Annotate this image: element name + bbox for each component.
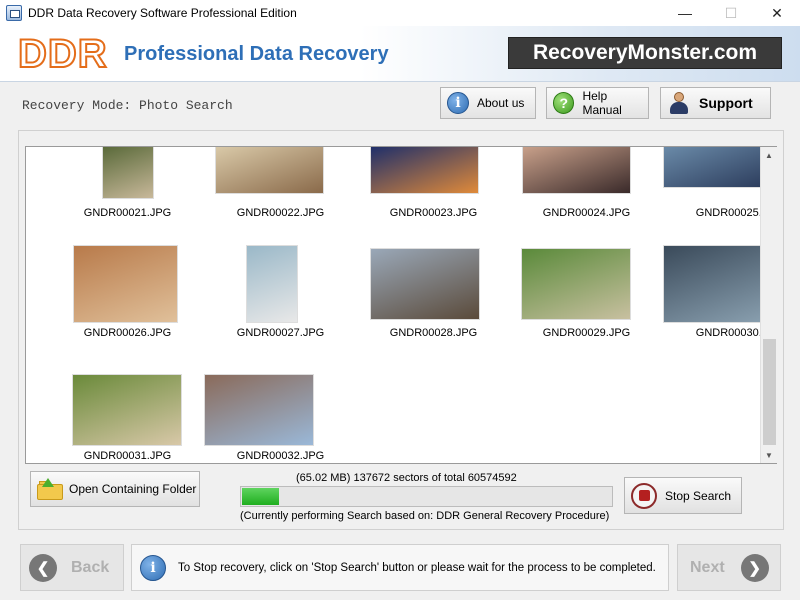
photo-image (370, 248, 480, 320)
maximize-button: ☐ (724, 4, 738, 21)
brand-text: RecoveryMonster.com (532, 41, 758, 64)
progress-bar (240, 486, 613, 507)
stop-search-button[interactable]: Stop Search (624, 477, 742, 514)
stop-search-label: Stop Search (665, 488, 732, 503)
photo-image (663, 147, 772, 188)
photo-thumbnail[interactable]: GNDR00031.JPG (51, 368, 204, 463)
header-banner: DDR Professional Data Recovery RecoveryM… (0, 26, 800, 82)
scroll-down-icon[interactable]: ▼ (761, 447, 777, 463)
photo-image (204, 374, 314, 446)
photo-thumbnail[interactable]: GNDR00032.JPG (204, 368, 357, 463)
app-icon (6, 5, 22, 21)
photo-image (522, 147, 631, 194)
photo-image (73, 245, 178, 323)
support-button[interactable]: Support (660, 87, 771, 119)
back-arrow-icon: ❮ (29, 553, 57, 582)
stop-icon (631, 482, 657, 509)
photo-image (663, 245, 769, 323)
photo-thumbnail[interactable]: GNDR00029.JPG (510, 245, 663, 365)
about-us-label: About us (477, 96, 525, 110)
close-button[interactable]: ✕ (754, 0, 800, 26)
support-person-icon (669, 92, 689, 114)
next-button: Next ❯ (677, 544, 781, 591)
photo-filename: GNDR00029.JPG (542, 327, 631, 339)
help-icon: ? (553, 92, 575, 114)
recovery-mode-label: Recovery Mode: Photo Search (22, 98, 233, 113)
photo-image (370, 147, 479, 194)
photo-image (72, 374, 182, 446)
photo-thumbnail[interactable]: GNDR00027.JPG (204, 245, 357, 365)
photo-image (246, 245, 298, 323)
scroll-thumb[interactable] (763, 339, 776, 445)
scroll-up-icon[interactable]: ▲ (761, 147, 777, 163)
sector-count-text: (65.02 MB) 137672 sectors of total 60574… (296, 472, 517, 484)
info-icon: i (447, 92, 469, 114)
banner-title: Professional Data Recovery (124, 43, 389, 65)
photo-thumbnail[interactable]: GNDR00026.JPG (51, 245, 204, 365)
brand-badge: RecoveryMonster.com (508, 37, 782, 69)
gallery-scrollbar[interactable]: ▲ ▼ (760, 147, 777, 463)
photo-gallery[interactable]: GNDR00021.JPG GNDR00022.JPG GNDR00023.JPG G… (25, 146, 777, 464)
photo-filename: GNDR00022.JPG (236, 207, 325, 219)
open-folder-label: Open Containing Folder (69, 482, 197, 496)
info-icon: i (140, 554, 166, 581)
status-text: (Currently performing Search based on: D… (240, 510, 610, 522)
progress-fill (242, 488, 279, 505)
folder-open-icon (37, 478, 63, 500)
window-controls: — ☐ ✕ (662, 0, 800, 26)
photo-image (102, 147, 154, 199)
help-manual-button[interactable]: ? Help Manual (546, 87, 649, 119)
title-bar: DDR Data Recovery Software Professional … (0, 0, 800, 26)
photo-image (521, 248, 631, 320)
open-containing-folder-button[interactable]: Open Containing Folder (30, 471, 200, 507)
photo-filename: GNDR00023.JPG (389, 207, 478, 219)
photo-image (215, 147, 324, 194)
photo-thumbnail[interactable]: GNDR00028.JPG (357, 245, 510, 365)
next-label: Next (690, 558, 725, 576)
ddr-logo: DDR (17, 31, 108, 77)
photo-filename: GNDR00024.JPG (542, 207, 631, 219)
info-bar: i To Stop recovery, click on 'Stop Searc… (131, 544, 669, 591)
minimize-button[interactable]: — (662, 0, 708, 26)
photo-filename: GNDR00028.JPG (389, 327, 478, 339)
info-message: To Stop recovery, click on 'Stop Search'… (178, 561, 656, 574)
photo-filename: GNDR00026.JPG (83, 327, 172, 339)
photo-filename: GNDR00031.JPG (83, 450, 172, 462)
back-label: Back (71, 558, 110, 576)
back-button: ❮ Back (20, 544, 124, 591)
photo-filename: GNDR00021.JPG (83, 207, 172, 219)
next-arrow-icon: ❯ (740, 553, 769, 582)
photo-filename: GNDR00027.JPG (236, 327, 325, 339)
window-title: DDR Data Recovery Software Professional … (28, 6, 297, 20)
support-label: Support (699, 95, 753, 111)
photo-filename: GNDR00032.JPG (236, 450, 325, 462)
help-manual-label: Help Manual (582, 89, 622, 117)
about-us-button[interactable]: i About us (440, 87, 536, 119)
